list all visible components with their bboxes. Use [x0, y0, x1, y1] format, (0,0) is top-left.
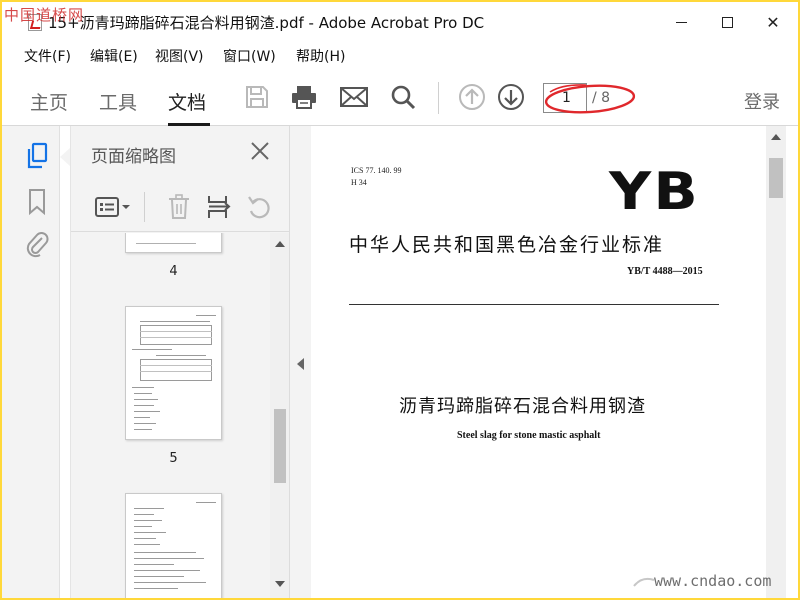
menu-file[interactable]: 文件(F): [24, 46, 71, 66]
panel-splitter[interactable]: [289, 126, 311, 598]
ccs-code: H 34: [351, 178, 367, 187]
toolbar-divider: [438, 82, 439, 114]
document-view[interactable]: ICS 77. 140. 99 H 34 YB 中华人民共和国黑色冶金行业标准 …: [311, 126, 766, 598]
tab-document[interactable]: 文档: [168, 88, 206, 115]
watermark-top-left: 中国道桥网: [4, 6, 85, 24]
standard-number: YB/T 4488—2015: [627, 266, 703, 277]
thumbnail-page-4[interactable]: [125, 233, 222, 253]
menu-help[interactable]: 帮助(H): [296, 46, 345, 66]
header-rule: [349, 304, 719, 305]
thumbnail-scroll-thumb[interactable]: [274, 409, 286, 483]
close-button[interactable]: ✕: [750, 8, 796, 36]
bookmark-icon[interactable]: [24, 188, 50, 216]
close-icon: ✕: [766, 12, 780, 32]
panel-close-button[interactable]: [247, 138, 273, 164]
menu-edit[interactable]: 编辑(E): [90, 46, 138, 66]
thumbnail-options-icon[interactable]: [93, 192, 133, 222]
thumbnail-label: 4: [169, 264, 178, 279]
standard-org-title: 中华人民共和国黑色冶金行业标准: [349, 234, 665, 256]
search-icon[interactable]: [388, 82, 418, 112]
login-link[interactable]: 登录: [744, 88, 780, 114]
scroll-up-icon[interactable]: [275, 241, 285, 247]
window-title: 15+沥青玛蹄脂碎石混合料用钢渣.pdf - Adobe Acrobat Pro…: [48, 14, 485, 32]
save-icon[interactable]: [242, 82, 272, 112]
page-thumbnails-panel: 页面缩略图 4 5: [70, 126, 290, 598]
attachment-icon[interactable]: [24, 230, 50, 258]
menu-bar: 文件(F) 编辑(E) 视图(V) 窗口(W) 帮助(H): [2, 42, 798, 68]
right-edge: [786, 126, 798, 598]
arrow-down-circle-icon[interactable]: [496, 82, 526, 112]
print-icon[interactable]: [289, 82, 319, 112]
arrow-up-circle-icon[interactable]: [457, 82, 487, 112]
thumbnail-scrollbar[interactable]: [270, 233, 290, 598]
red-annotation-ellipse: [544, 84, 636, 114]
collapse-panel-icon[interactable]: [297, 358, 304, 370]
navigation-rail: [2, 126, 60, 598]
tab-tools[interactable]: 工具: [99, 88, 137, 115]
watermark-swoosh-icon: [633, 577, 655, 587]
document-scroll-thumb[interactable]: [769, 158, 783, 198]
ics-code: ICS 77. 140. 99: [351, 166, 402, 175]
close-icon: [251, 142, 269, 160]
maximize-button[interactable]: [704, 8, 750, 36]
panel-toolbar: [71, 184, 290, 232]
thumbnail-page-5[interactable]: [125, 306, 222, 440]
trash-icon[interactable]: [163, 192, 195, 222]
main-toolbar: 主页 工具 文档 / 8 登录: [2, 68, 798, 126]
tab-home[interactable]: 主页: [30, 88, 68, 115]
thumbnail-list: 4 5: [71, 233, 271, 598]
menu-window[interactable]: 窗口(W): [223, 46, 276, 66]
document-scrollbar[interactable]: [766, 126, 786, 598]
panel-pointer: [60, 148, 70, 166]
thumbnail-label: 5: [169, 451, 178, 466]
page-thumbnails-icon[interactable]: [24, 142, 50, 170]
yb-logo: YB: [609, 162, 701, 222]
thumbnail-page-6[interactable]: [125, 493, 222, 598]
watermark-bottom-right: www.cndao.com: [654, 572, 772, 590]
panel-toolbar-divider: [144, 192, 145, 222]
rotate-icon[interactable]: [243, 192, 275, 222]
scroll-down-icon[interactable]: [275, 581, 285, 587]
menu-view[interactable]: 视图(V): [155, 46, 204, 66]
scroll-up-icon[interactable]: [771, 134, 781, 140]
email-icon[interactable]: [339, 82, 369, 112]
acrobat-window: 15+沥青玛蹄脂碎石混合料用钢渣.pdf - Adobe Acrobat Pro…: [2, 2, 798, 598]
document-title-en: Steel slag for stone mastic asphalt: [457, 430, 601, 441]
document-title-cn: 沥青玛蹄脂碎石混合料用钢渣: [399, 396, 646, 417]
insert-page-icon[interactable]: [203, 192, 235, 222]
minimize-icon: [675, 21, 687, 23]
minimize-button[interactable]: [658, 8, 704, 36]
maximize-icon: [721, 16, 733, 28]
title-bar: 15+沥青玛蹄脂碎石混合料用钢渣.pdf - Adobe Acrobat Pro…: [2, 2, 798, 42]
panel-title: 页面缩略图: [91, 147, 176, 167]
